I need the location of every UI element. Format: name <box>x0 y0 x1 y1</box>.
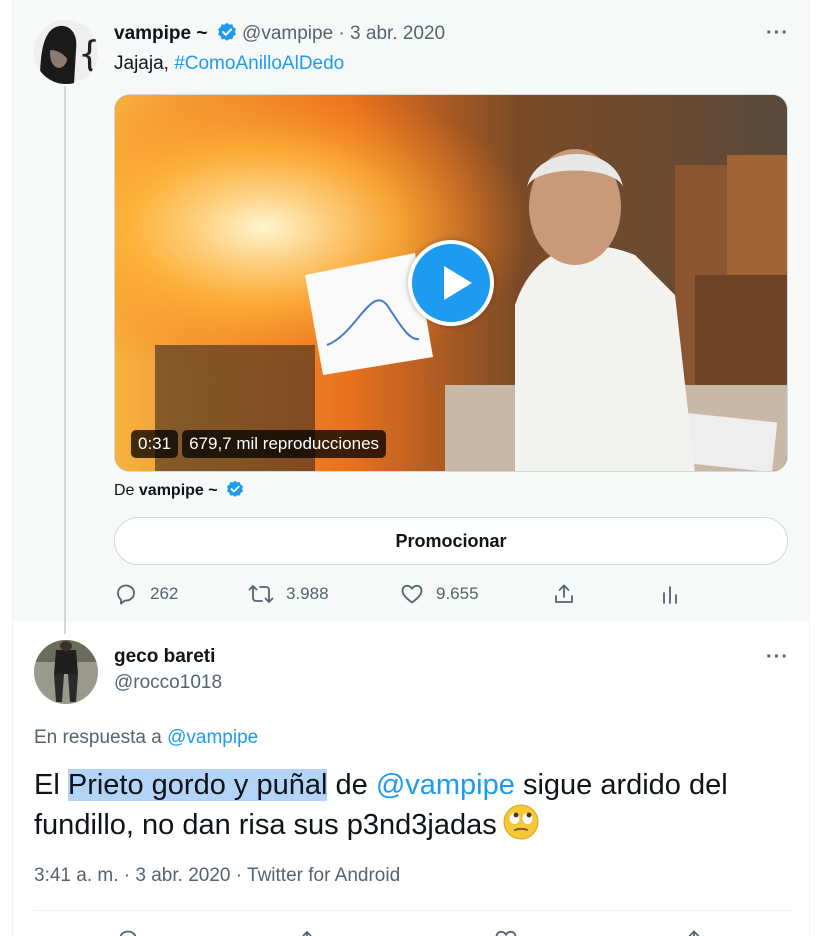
retweet-button[interactable]: 3.988 <box>248 582 329 606</box>
reply-to-link[interactable]: @vampipe <box>167 727 258 748</box>
tweet-meta: 3:41 a. m. · 3 abr. 2020 · Twitter for A… <box>34 864 400 888</box>
avatar-image: { <box>34 20 98 84</box>
retweet-icon <box>248 585 274 603</box>
tweet-source[interactable]: Twitter for Android <box>247 865 400 886</box>
tweet-text-prefix: Jajaja, <box>114 53 169 74</box>
video-views: 679,7 mil reproducciones <box>182 430 387 458</box>
tweet-actions: 262 3.988 9.655 <box>114 582 734 608</box>
like-icon[interactable] <box>494 928 518 936</box>
more-icon[interactable]: ··· <box>766 23 789 43</box>
video-duration: 0:31 <box>131 430 179 458</box>
tweet-text: Jajaja, #ComoAnilloAlDedo <box>114 52 344 76</box>
from-prefix: De <box>114 482 135 499</box>
share-icon <box>555 584 573 603</box>
like-button[interactable]: 9.655 <box>400 582 479 606</box>
analytics-button[interactable] <box>658 582 682 606</box>
text-de: de <box>335 769 368 801</box>
video-info: 0:31 679,7 mil reproducciones <box>131 430 387 458</box>
author-name[interactable]: vampipe ~ <box>114 23 207 44</box>
mention-link[interactable]: @vampipe <box>376 769 515 801</box>
like-count: 9.655 <box>436 584 479 603</box>
analytics-icon <box>663 586 677 604</box>
author-handle[interactable]: @vampipe <box>242 23 333 44</box>
separator: · <box>123 865 131 886</box>
selected-text: Prieto gordo y puñal <box>67 769 328 801</box>
tweet-text: El Prieto gordo y puñal de @vampipe sigu… <box>34 766 794 850</box>
more-icon[interactable]: ··· <box>766 647 789 667</box>
share-button[interactable] <box>552 582 576 606</box>
separator: · <box>235 865 243 886</box>
tweet-time[interactable]: 3:41 a. m. <box>34 865 119 886</box>
tweet-date[interactable]: 3 abr. 2020 <box>135 865 230 886</box>
from-author[interactable]: vampipe ~ <box>139 482 218 499</box>
video-attribution: De vampipe ~ <box>114 480 244 504</box>
reply-context: En respuesta a @vampipe <box>34 726 258 750</box>
separator: · <box>338 23 345 44</box>
video-player[interactable]: 0:31 679,7 mil reproducciones <box>114 94 788 472</box>
tweet-header: vampipe ~ @vampipe · 3 abr. 2020 <box>114 22 445 49</box>
like-icon <box>401 584 423 604</box>
text-start: El <box>34 769 60 801</box>
promote-button[interactable]: Promocionar <box>114 517 788 565</box>
avatar[interactable] <box>34 640 98 704</box>
verified-icon <box>217 22 237 49</box>
author-handle[interactable]: @rocco1018 <box>114 672 222 694</box>
tweet-actions <box>34 926 794 936</box>
avatar[interactable]: { <box>34 20 98 84</box>
reply-prefix: En respuesta a <box>34 727 162 748</box>
reply-count: 262 <box>150 584 179 603</box>
eye-roll-emoji <box>503 804 539 850</box>
tweet-date[interactable]: 3 abr. 2020 <box>350 23 445 44</box>
avatar-image <box>34 640 98 704</box>
play-icon[interactable] <box>408 240 494 326</box>
reply-icon[interactable] <box>116 928 140 936</box>
share-icon[interactable] <box>682 928 706 936</box>
retweet-icon[interactable] <box>302 928 328 936</box>
hashtag-link[interactable]: #ComoAnilloAlDedo <box>174 53 344 74</box>
reply-icon <box>117 584 135 605</box>
thread-line <box>64 86 66 634</box>
reply-button[interactable]: 262 <box>114 582 178 606</box>
retweet-count: 3.988 <box>286 584 329 603</box>
divider <box>34 910 794 911</box>
author-name[interactable]: geco bareti <box>114 646 215 668</box>
verified-icon <box>226 480 244 504</box>
